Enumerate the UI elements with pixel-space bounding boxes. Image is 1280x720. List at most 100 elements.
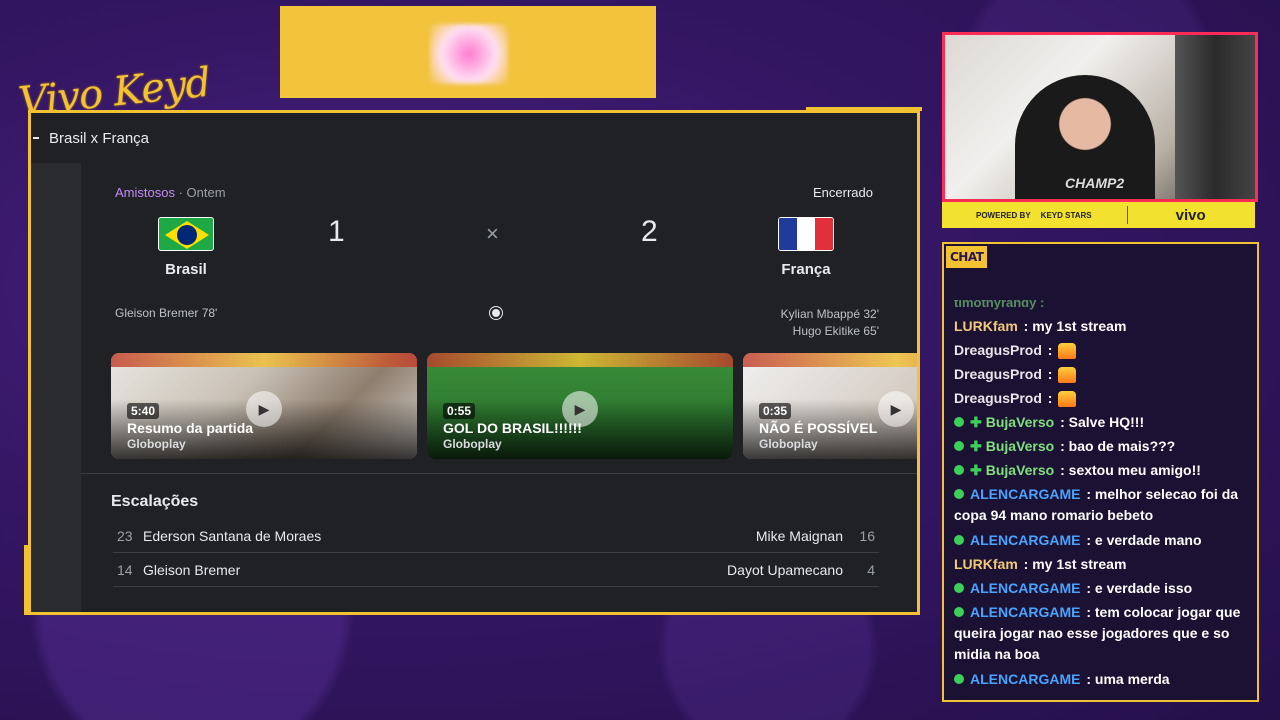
home-team-name: Brasil xyxy=(165,261,207,278)
fire-emote-icon xyxy=(1058,343,1077,360)
chat-message: LURKfam : my 1st stream xyxy=(954,314,1254,338)
video-duration: 5:40 xyxy=(127,403,160,419)
away-scorers: Kylian Mbappé 32' Hugo Ekitike 65' xyxy=(781,306,879,340)
chat-message: ✚ BujaVerso : sextou meu amigo!! xyxy=(954,458,1254,482)
brazil-flag-icon xyxy=(158,217,214,251)
video-source: Globoplay xyxy=(759,437,818,451)
away-player-name: Mike Maignan xyxy=(755,528,843,544)
away-player-name: Dayot Upamecano xyxy=(727,562,843,578)
chat-messages: timothyrandy : LURKfam : my 1st stream Dr… xyxy=(954,300,1254,691)
away-scorer: Kylian Mbappé 32' xyxy=(780,307,879,321)
home-player-number: 14 xyxy=(117,562,133,578)
plus-badge-icon: ✚ xyxy=(970,462,982,478)
chat-text: : Salve HQ!!! xyxy=(1056,414,1145,430)
video-title: NÃO É POSSÍVEL xyxy=(759,420,878,436)
chat-username[interactable]: ALENCARGAME xyxy=(970,671,1080,687)
chat-text: : xyxy=(1043,342,1053,358)
chat-text: : uma merda xyxy=(1082,671,1170,687)
sponsor-bar: POWERED BY KEYD STARS vivo xyxy=(942,202,1255,228)
chat-panel: CHAT timothyrandy : LURKfam : my 1st str… xyxy=(942,242,1259,702)
chat-text: : e verdade mano xyxy=(1082,532,1202,548)
home-score: 1 xyxy=(328,215,345,248)
chat-text: : e verdade isso xyxy=(1082,580,1193,596)
away-player-number: 4 xyxy=(867,562,875,578)
chat-text: : bao de mais??? xyxy=(1056,438,1176,454)
chat-username[interactable]: BujaVerso xyxy=(986,462,1054,478)
chat-message: DreagusProd : xyxy=(954,338,1254,362)
away-team-name: França xyxy=(781,261,831,278)
panel-titlebar: Brasil x França xyxy=(31,113,917,163)
lineup-row[interactable]: 23 Ederson Santana de Moraes Mike Maigna… xyxy=(113,520,879,553)
chat-username[interactable]: DreagusProd xyxy=(954,366,1042,382)
sponsor-divider xyxy=(1126,206,1128,224)
shirt-logo: CHAMP2 xyxy=(1065,175,1125,191)
chat-text: : xyxy=(1043,390,1053,406)
subscriber-badge-icon xyxy=(954,489,964,499)
subscriber-badge-icon xyxy=(954,607,964,617)
away-player-number: 16 xyxy=(859,528,875,544)
chat-username[interactable]: DreagusProd xyxy=(954,390,1042,406)
side-gutter xyxy=(31,163,81,612)
video-card[interactable]: ▶ 0:35 NÃO É POSSÍVEL Globoplay xyxy=(743,353,917,459)
score-separator: × xyxy=(486,221,499,246)
lineup-row[interactable]: 14 Gleison Bremer Dayot Upamecano 4 xyxy=(113,554,879,587)
match-status: Encerrado xyxy=(813,185,873,200)
video-carousel: ▶ 5:40 Resumo da partida Globoplay ▶ 0:5… xyxy=(111,353,917,461)
webcam-feed: CHAMP2 xyxy=(942,32,1258,202)
chat-username[interactable]: LURKfam xyxy=(954,318,1018,334)
subscriber-badge-icon xyxy=(954,417,964,427)
video-card[interactable]: ▶ 5:40 Resumo da partida Globoplay xyxy=(111,353,417,459)
chat-message: ALENCARGAME : tem colocar jogar que quei… xyxy=(954,602,1254,665)
chat-message: ALENCARGAME : e verdade isso xyxy=(954,576,1254,600)
soccer-ball-icon xyxy=(490,307,502,319)
match-date: Ontem xyxy=(186,185,226,200)
keyd-logo: KEYD STARS xyxy=(1040,210,1092,220)
chat-text: : my 1st stream xyxy=(1019,318,1127,334)
subscriber-badge-icon xyxy=(954,441,964,451)
chat-username[interactable]: ALENCARGAME xyxy=(970,604,1080,620)
subscriber-badge-icon xyxy=(954,583,964,593)
match-card: Amistosos · Ontem Encerrado Brasil 1 × 2… xyxy=(81,163,917,612)
video-source: Globoplay xyxy=(443,437,502,451)
fire-emote-icon xyxy=(1058,391,1077,408)
video-title: Resumo da partida xyxy=(127,420,254,436)
sponsor-banner xyxy=(280,6,656,98)
chat-username[interactable]: ALENCARGAME xyxy=(970,532,1080,548)
video-title: GOL DO BRASIL!!!!!! xyxy=(443,420,582,436)
chat-message: ALENCARGAME : uma merda xyxy=(954,667,1254,691)
subscriber-badge-icon xyxy=(954,535,964,545)
chat-username[interactable]: ALENCARGAME xyxy=(970,580,1080,596)
page-title: Brasil x França xyxy=(49,129,150,147)
league-label[interactable]: Amistosos xyxy=(115,185,175,200)
chat-message-partial: timothyrandy : xyxy=(954,300,1045,310)
chat-message: DreagusProd : xyxy=(954,386,1254,410)
browser-panel: Brasil x França Amistosos · Ontem Encerr… xyxy=(28,110,920,615)
plus-badge-icon: ✚ xyxy=(970,414,982,430)
chat-username[interactable]: LURKfam xyxy=(954,556,1018,572)
chat-message: LURKfam : my 1st stream xyxy=(954,552,1254,576)
chat-username[interactable]: BujaVerso xyxy=(986,414,1054,430)
chat-username[interactable]: BujaVerso xyxy=(986,438,1054,454)
match-meta: Amistosos · Ontem xyxy=(115,185,226,200)
chat-message: ✚ BujaVerso : Salve HQ!!! xyxy=(954,410,1254,434)
subscriber-badge-icon xyxy=(954,465,964,475)
chat-username[interactable]: DreagusProd xyxy=(954,342,1042,358)
banner-logo-icon xyxy=(430,24,508,84)
home-team[interactable]: Brasil xyxy=(126,217,246,278)
chat-username[interactable]: ALENCARGAME xyxy=(970,486,1080,502)
section-divider xyxy=(81,473,917,474)
chat-message: ALENCARGAME : e verdade mano xyxy=(954,528,1254,552)
video-card[interactable]: ▶ 0:55 GOL DO BRASIL!!!!!! Globoplay xyxy=(427,353,733,459)
france-flag-icon xyxy=(778,217,834,251)
home-player-name: Gleison Bremer xyxy=(143,562,241,578)
lineups-heading: Escalações xyxy=(111,493,199,510)
play-icon[interactable]: ▶ xyxy=(878,391,914,427)
chat-text: : my 1st stream xyxy=(1019,556,1127,572)
home-scorers: Gleison Bremer 78' xyxy=(115,306,218,320)
away-team[interactable]: França xyxy=(746,217,866,278)
subscriber-badge-icon xyxy=(954,674,964,684)
chat-message: ✚ BujaVerso : bao de mais??? xyxy=(954,434,1254,458)
chat-message: DreagusProd : xyxy=(954,362,1254,386)
video-source: Globoplay xyxy=(127,437,186,451)
home-player-name: Ederson Santana de Moraes xyxy=(143,528,322,544)
